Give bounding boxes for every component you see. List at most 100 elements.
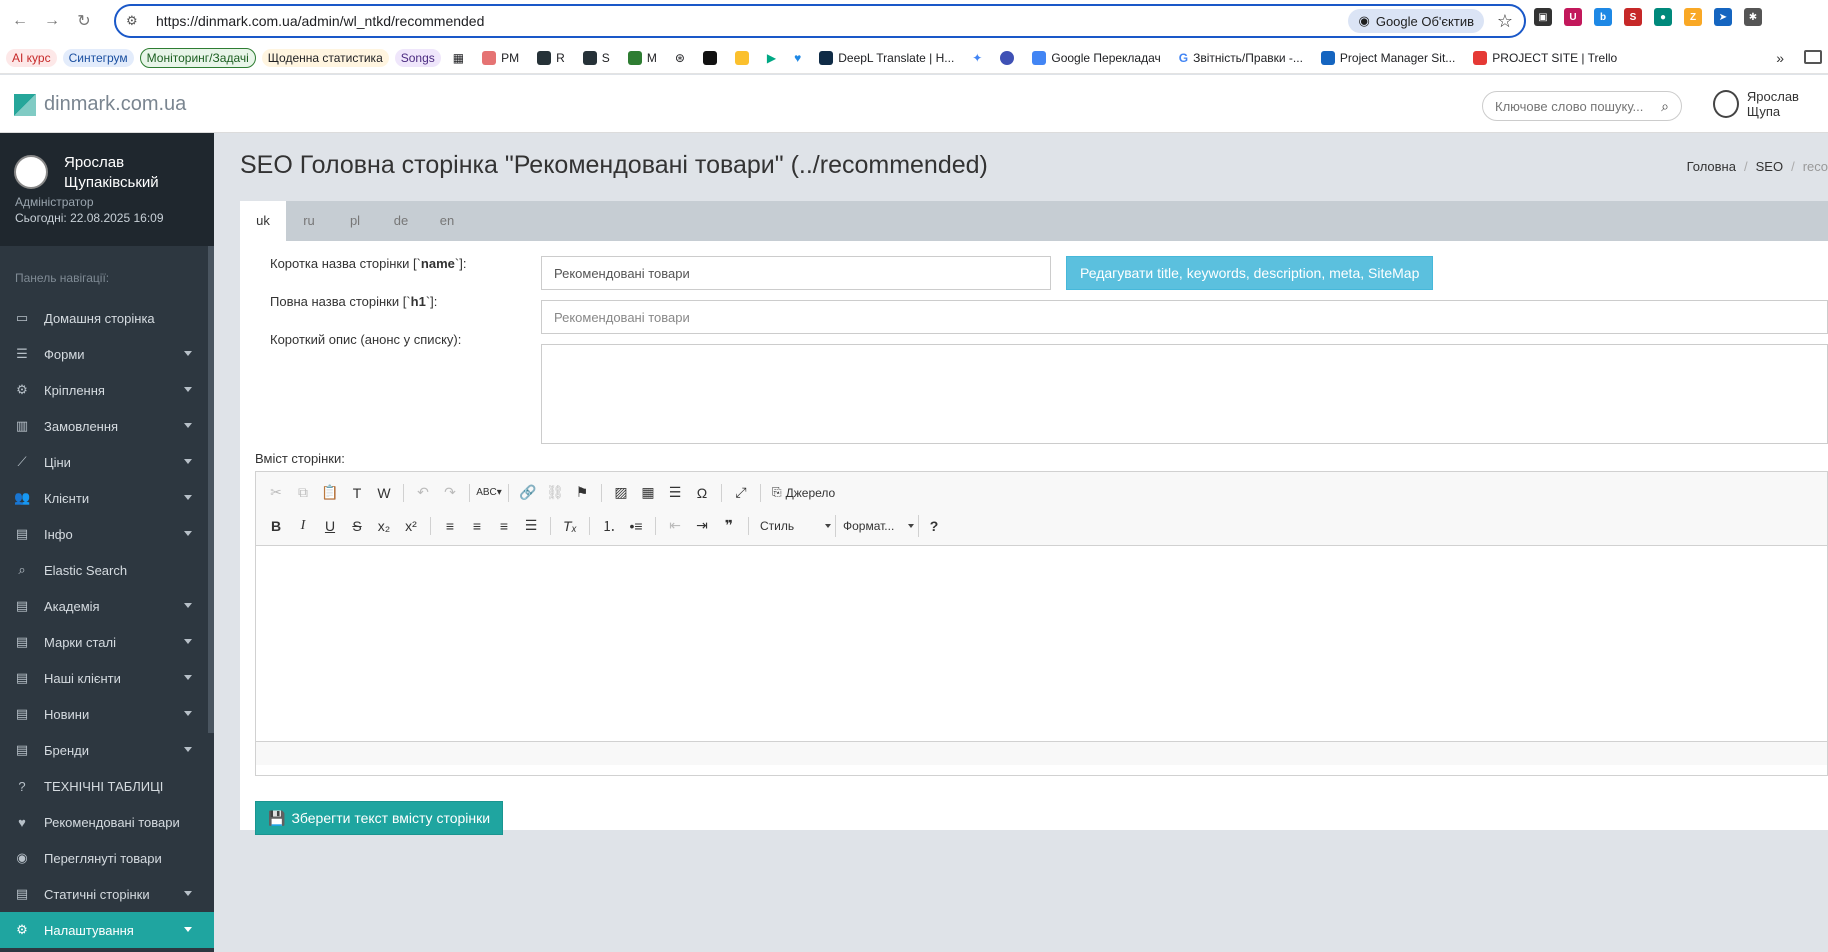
site-logo[interactable]: dinmark.com.ua [14, 93, 186, 116]
address-bar[interactable]: ⚙ https://dinmark.com.ua/admin/wl_ntkd/r… [114, 4, 1526, 38]
bookmark-songs[interactable]: Songs [394, 48, 441, 67]
maximize-icon[interactable]: ⤢ [729, 481, 753, 505]
forward-icon[interactable]: → [38, 7, 66, 35]
reload-icon[interactable]: ↻ [70, 7, 98, 35]
sidebar-item-9[interactable]: ▤ Марки сталі [0, 624, 214, 660]
bookmark-colorful-icon[interactable] [729, 49, 755, 67]
sidebar-item-3[interactable]: ▥ Замовлення [0, 408, 214, 444]
superscript-icon[interactable]: x² [399, 514, 423, 538]
special-char-icon[interactable]: Ω [690, 481, 714, 505]
search-icon[interactable]: ⌕ [1661, 98, 1669, 115]
image-icon[interactable]: ▨ [609, 481, 633, 505]
tab-uk[interactable]: uk [240, 201, 286, 241]
site-info-icon[interactable]: ⚙ [126, 13, 150, 29]
image-ext-icon[interactable]: ▣ [1534, 8, 1552, 26]
outdent-icon[interactable]: ⇤ [663, 514, 687, 538]
record-ext-icon[interactable]: ● [1654, 8, 1672, 26]
back-icon[interactable]: ← [6, 7, 34, 35]
redo-icon[interactable]: ↷ [438, 481, 462, 505]
underline-icon[interactable]: U [318, 514, 342, 538]
sidebar-item-13[interactable]: ? ТЕХНІЧНІ ТАБЛИЦІ [0, 768, 214, 804]
sidebar-item-17[interactable]: ⚙ Налаштування [0, 912, 214, 948]
tab-de[interactable]: de [378, 201, 424, 241]
sidebar-item-14[interactable]: ♥ Рекомендовані товари [0, 804, 214, 840]
bookmark-blue-circle-icon[interactable] [994, 49, 1020, 67]
sidebar-item-15[interactable]: ◉ Переглянуті товари [0, 840, 214, 876]
bookmark-star-icon[interactable]: ☆ [1492, 11, 1518, 32]
indent-icon[interactable]: ⇥ [690, 514, 714, 538]
bullet-list-icon[interactable]: •≡ [624, 514, 648, 538]
copy-icon[interactable]: ⧉ [291, 481, 315, 505]
folder-icon[interactable] [1804, 50, 1822, 64]
save-content-button[interactable]: 💾 Зберегти текст вмісту сторінки [255, 801, 504, 835]
remove-format-icon[interactable]: Tₓ [558, 514, 582, 538]
sidebar-item-10[interactable]: ▤ Наші клієнти [0, 660, 214, 696]
blockquote-icon[interactable]: ❞ [717, 514, 741, 538]
numbered-list-icon[interactable]: ⒈ [597, 514, 621, 538]
align-right-icon[interactable]: ≡ [492, 514, 516, 538]
flag-ext-icon[interactable]: Z [1684, 8, 1702, 26]
style-select[interactable]: Стиль [756, 514, 836, 537]
sidebar-item-0[interactable]: ▭ Домашня сторінка [0, 300, 214, 336]
strike-icon[interactable]: S [345, 514, 369, 538]
sidebar-item-2[interactable]: ⚙ Кріплення [0, 372, 214, 408]
spellcheck-icon[interactable]: ABC▾ [476, 481, 502, 505]
sidebar-item-1[interactable]: ☰ Форми [0, 336, 214, 372]
tab-en[interactable]: en [424, 201, 470, 241]
bookmark-project-site[interactable]: PROJECT SITE | Trello [1467, 49, 1623, 67]
paste-word-icon[interactable]: W [372, 481, 396, 505]
chatgpt-icon[interactable]: ⊛ [669, 49, 691, 67]
bold-icon[interactable]: B [264, 514, 288, 538]
link-icon[interactable]: 🔗 [516, 481, 540, 505]
subscript-icon[interactable]: x₂ [372, 514, 396, 538]
bookmark-m[interactable]: M [622, 49, 663, 67]
bookmark-ai-course[interactable]: AI курс [6, 48, 57, 67]
breadcrumb-seo[interactable]: SEO [1756, 159, 1783, 174]
bookmark-pm[interactable]: PM [476, 49, 525, 67]
url-text[interactable]: https://dinmark.com.ua/admin/wl_ntkd/rec… [156, 13, 1348, 29]
cursor-ext-icon[interactable]: ➤ [1714, 8, 1732, 26]
help-icon[interactable]: ? [922, 514, 946, 538]
tab-pl[interactable]: pl [332, 201, 378, 241]
breadcrumb-home[interactable]: Головна [1687, 159, 1736, 174]
bookmark-google-translate[interactable]: Google Перекладач [1026, 49, 1166, 67]
sidebar-item-5[interactable]: 👥 Клієнти [0, 480, 214, 516]
puzzle-ext-icon[interactable]: ✱ [1744, 8, 1762, 26]
bookmark-monitoring[interactable]: Моніторинг/Задачі [139, 47, 256, 68]
search-input[interactable] [1495, 98, 1662, 114]
sidebar-item-16[interactable]: ▤ Статичні сторінки [0, 876, 214, 912]
shield-ext-icon[interactable]: U [1564, 8, 1582, 26]
anchor-flag-icon[interactable]: ⚑ [570, 481, 594, 505]
editor-content-area[interactable] [256, 546, 1827, 741]
tab-ru[interactable]: ru [286, 201, 332, 241]
b-ext-icon[interactable]: b [1594, 8, 1612, 26]
bookmark-sintegrum[interactable]: Синтегрум [62, 48, 134, 67]
unlink-icon[interactable]: ⛓ [543, 481, 567, 505]
bookmark-dark-icon[interactable] [697, 49, 723, 67]
user-menu[interactable]: Ярослав Щупа [1713, 89, 1828, 119]
bookmark-reports[interactable]: G Звітність/Правки -... [1173, 49, 1309, 67]
sidebar-item-12[interactable]: ▤ Бренди [0, 732, 214, 768]
paste-icon[interactable]: 📋 [318, 481, 342, 505]
description-textarea[interactable] [541, 344, 1828, 444]
table-icon[interactable]: ▦ [636, 481, 660, 505]
format-select[interactable]: Формат... [839, 514, 919, 537]
s-ext-icon[interactable]: S [1624, 8, 1642, 26]
bookmark-daily-stats[interactable]: Щоденна статистика [261, 48, 389, 67]
bookmark-project-manager[interactable]: Project Manager Sit... [1315, 49, 1461, 67]
align-justify-icon[interactable]: ☰ [519, 514, 543, 538]
bookmark-r[interactable]: R [531, 49, 571, 67]
h1-field[interactable]: Рекомендовані товари [541, 300, 1828, 334]
align-left-icon[interactable]: ≡ [438, 514, 462, 538]
edit-seo-button[interactable]: Редагувати title, keywords, description,… [1066, 256, 1434, 290]
more-bookmarks-icon[interactable]: » [1776, 50, 1784, 66]
google-lens-chip[interactable]: ◉ Google Об'єктив [1348, 9, 1484, 33]
sidebar-item-7[interactable]: ⌕ Elastic Search [0, 552, 214, 588]
play-icon[interactable]: ▶ [761, 49, 782, 67]
gemini-icon[interactable]: ✦ [966, 49, 988, 67]
undo-icon[interactable]: ↶ [411, 481, 435, 505]
sidebar-item-11[interactable]: ▤ Новини [0, 696, 214, 732]
paste-text-icon[interactable]: T [345, 481, 369, 505]
italic-icon[interactable]: I [291, 514, 315, 538]
sidebar-item-6[interactable]: ▤ Інфо [0, 516, 214, 552]
